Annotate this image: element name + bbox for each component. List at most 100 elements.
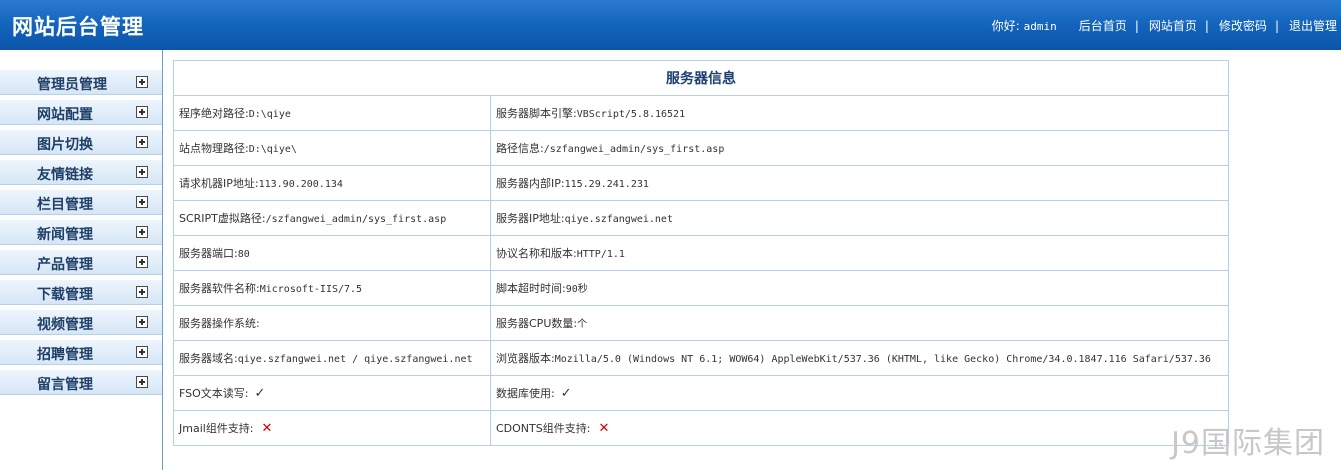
info-cell: 脚本超时时间:90秒 [490, 270, 1229, 306]
info-label: Jmail组件支持: [179, 422, 254, 435]
info-value: 90秒 [565, 284, 588, 295]
table-row: 程序绝对路径:D:\qiye 服务器脚本引擎:VBScript/5.8.1652… [173, 95, 1229, 131]
info-value: D:\qiye\ [248, 144, 297, 155]
sidebar-item-friend-links[interactable]: 友情链接 [0, 159, 162, 185]
info-label: 请求机器IP地址: [179, 177, 259, 190]
cross-icon: ✕ [261, 421, 273, 436]
sidebar-item-label: 视频管理 [37, 317, 93, 333]
info-cell: 程序绝对路径:D:\qiye [173, 95, 491, 131]
expand-plus-icon[interactable] [136, 256, 148, 268]
username: admin [1023, 20, 1057, 33]
expand-plus-icon[interactable] [136, 136, 148, 148]
sidebar-item-label: 招聘管理 [37, 347, 93, 363]
info-value: 113.90.200.134 [258, 179, 343, 190]
sidebar-item-news-management[interactable]: 新闻管理 [0, 219, 162, 245]
info-label: 路径信息: [496, 142, 544, 155]
nav-separator: | [1134, 18, 1139, 33]
info-label: 站点物理路径: [179, 142, 249, 155]
server-info-title: 服务器信息 [173, 60, 1229, 96]
nav-logout-link[interactable]: 退出管理 [1289, 17, 1337, 34]
info-label: SCRIPT虚拟路径: [179, 212, 266, 225]
check-icon: ✓ [254, 386, 266, 401]
sidebar-item-site-config[interactable]: 网站配置 [0, 99, 162, 125]
sidebar-item-label: 图片切换 [37, 137, 93, 153]
info-label: 脚本超时时间: [496, 282, 566, 295]
expand-plus-icon[interactable] [136, 76, 148, 88]
expand-plus-icon[interactable] [136, 376, 148, 388]
info-label: 服务器IP地址: [496, 212, 565, 225]
info-cell: 服务器IP地址:qiye.szfangwei.net [490, 200, 1229, 236]
sidebar-item-admin-management[interactable]: 管理员管理 [0, 69, 162, 95]
info-value: 个 [577, 319, 588, 330]
info-value: 80 [237, 249, 250, 260]
table-row: 站点物理路径:D:\qiye\ 路径信息:/szfangwei_admin/sy… [173, 130, 1229, 166]
sidebar-item-label: 产品管理 [37, 257, 93, 273]
info-label: 服务器软件名称: [179, 282, 260, 295]
expand-plus-icon[interactable] [136, 166, 148, 178]
expand-plus-icon[interactable] [136, 196, 148, 208]
table-row: 请求机器IP地址:113.90.200.134 服务器内部IP:115.29.2… [173, 165, 1229, 201]
table-row: 服务器端口:80 协议名称和版本:HTTP/1.1 [173, 235, 1229, 271]
info-label: 服务器脚本引擎: [496, 107, 577, 120]
header-bar: 网站后台管理 你好: admin 后台首页 | 网站首页 | 修改密码 | 退出管… [0, 0, 1341, 50]
info-cell: 服务器操作系统: [173, 305, 491, 341]
info-value: VBScript/5.8.16521 [576, 109, 686, 120]
info-label: 服务器操作系统: [179, 317, 260, 330]
expand-plus-icon[interactable] [136, 316, 148, 328]
info-cell: 协议名称和版本:HTTP/1.1 [490, 235, 1229, 271]
expand-plus-icon[interactable] [136, 286, 148, 298]
info-value: Microsoft-IIS/7.5 [259, 284, 363, 295]
info-label: 服务器CPU数量: [496, 317, 578, 330]
expand-plus-icon[interactable] [136, 226, 148, 238]
info-label: 协议名称和版本: [496, 247, 577, 260]
info-cell: 服务器CPU数量:个 [490, 305, 1229, 341]
info-cell: 服务器内部IP:115.29.241.231 [490, 165, 1229, 201]
table-row: 服务器域名:qiye.szfangwei.net / qiye.szfangwe… [173, 340, 1229, 376]
sidebar-item-label: 下载管理 [37, 287, 93, 303]
info-cell: 数据库使用: ✓ [490, 375, 1229, 411]
table-row: 服务器软件名称:Microsoft-IIS/7.5 脚本超时时间:90秒 [173, 270, 1229, 306]
expand-plus-icon[interactable] [136, 346, 148, 358]
info-cell: CDONTS组件支持: ✕ [490, 410, 1229, 446]
info-label: 服务器内部IP: [496, 177, 565, 190]
info-cell: Jmail组件支持: ✕ [173, 410, 491, 446]
sidebar-item-label: 栏目管理 [37, 197, 93, 213]
info-cell: 路径信息:/szfangwei_admin/sys_first.asp [490, 130, 1229, 166]
sidebar-item-column-management[interactable]: 栏目管理 [0, 189, 162, 215]
greeting-label: 你好: [991, 19, 1020, 33]
info-value: D:\qiye [248, 109, 291, 120]
info-cell: 服务器脚本引擎:VBScript/5.8.16521 [490, 95, 1229, 131]
info-label: 服务器域名: [179, 352, 238, 365]
site-title: 网站后台管理 [12, 15, 144, 39]
nav-admin-home-link[interactable]: 后台首页 [1079, 17, 1127, 34]
sidebar-item-label: 留言管理 [37, 377, 93, 393]
server-info-table: 服务器信息 程序绝对路径:D:\qiye 服务器脚本引擎:VBScript/5.… [173, 60, 1229, 446]
sidebar: 管理员管理 网站配置 图片切换 友情链接 栏目管理 新闻管理 产品管理 下载管理… [0, 50, 163, 470]
info-value: 115.29.241.231 [564, 179, 649, 190]
info-value: /szfangwei_admin/sys_first.asp [543, 144, 725, 155]
sidebar-item-message-management[interactable]: 留言管理 [0, 369, 162, 395]
nav-site-home-link[interactable]: 网站首页 [1149, 17, 1197, 34]
nav-separator: | [1204, 18, 1209, 33]
sidebar-item-product-management[interactable]: 产品管理 [0, 249, 162, 275]
top-nav: 你好: admin 后台首页 | 网站首页 | 修改密码 | 退出管理 [992, 17, 1337, 34]
nav-separator: | [1274, 18, 1279, 33]
sidebar-item-label: 管理员管理 [37, 77, 107, 93]
info-cell: 服务器域名:qiye.szfangwei.net / qiye.szfangwe… [173, 340, 491, 376]
sidebar-menu: 管理员管理 网站配置 图片切换 友情链接 栏目管理 新闻管理 产品管理 下载管理… [0, 69, 162, 399]
check-icon: ✓ [560, 386, 572, 401]
info-cell: FSO文本读写: ✓ [173, 375, 491, 411]
sidebar-item-recruit-management[interactable]: 招聘管理 [0, 339, 162, 365]
info-label: 数据库使用: [496, 387, 555, 400]
sidebar-item-label: 新闻管理 [37, 227, 93, 243]
sidebar-item-image-slider[interactable]: 图片切换 [0, 129, 162, 155]
info-cell: 服务器软件名称:Microsoft-IIS/7.5 [173, 270, 491, 306]
user-greeting: 你好: admin [992, 17, 1057, 34]
info-label: CDONTS组件支持: [496, 422, 591, 435]
sidebar-item-download-management[interactable]: 下载管理 [0, 279, 162, 305]
info-value: /szfangwei_admin/sys_first.asp [265, 214, 447, 225]
nav-change-password-link[interactable]: 修改密码 [1219, 17, 1267, 34]
sidebar-item-video-management[interactable]: 视频管理 [0, 309, 162, 335]
expand-plus-icon[interactable] [136, 106, 148, 118]
sidebar-item-label: 网站配置 [37, 107, 93, 123]
